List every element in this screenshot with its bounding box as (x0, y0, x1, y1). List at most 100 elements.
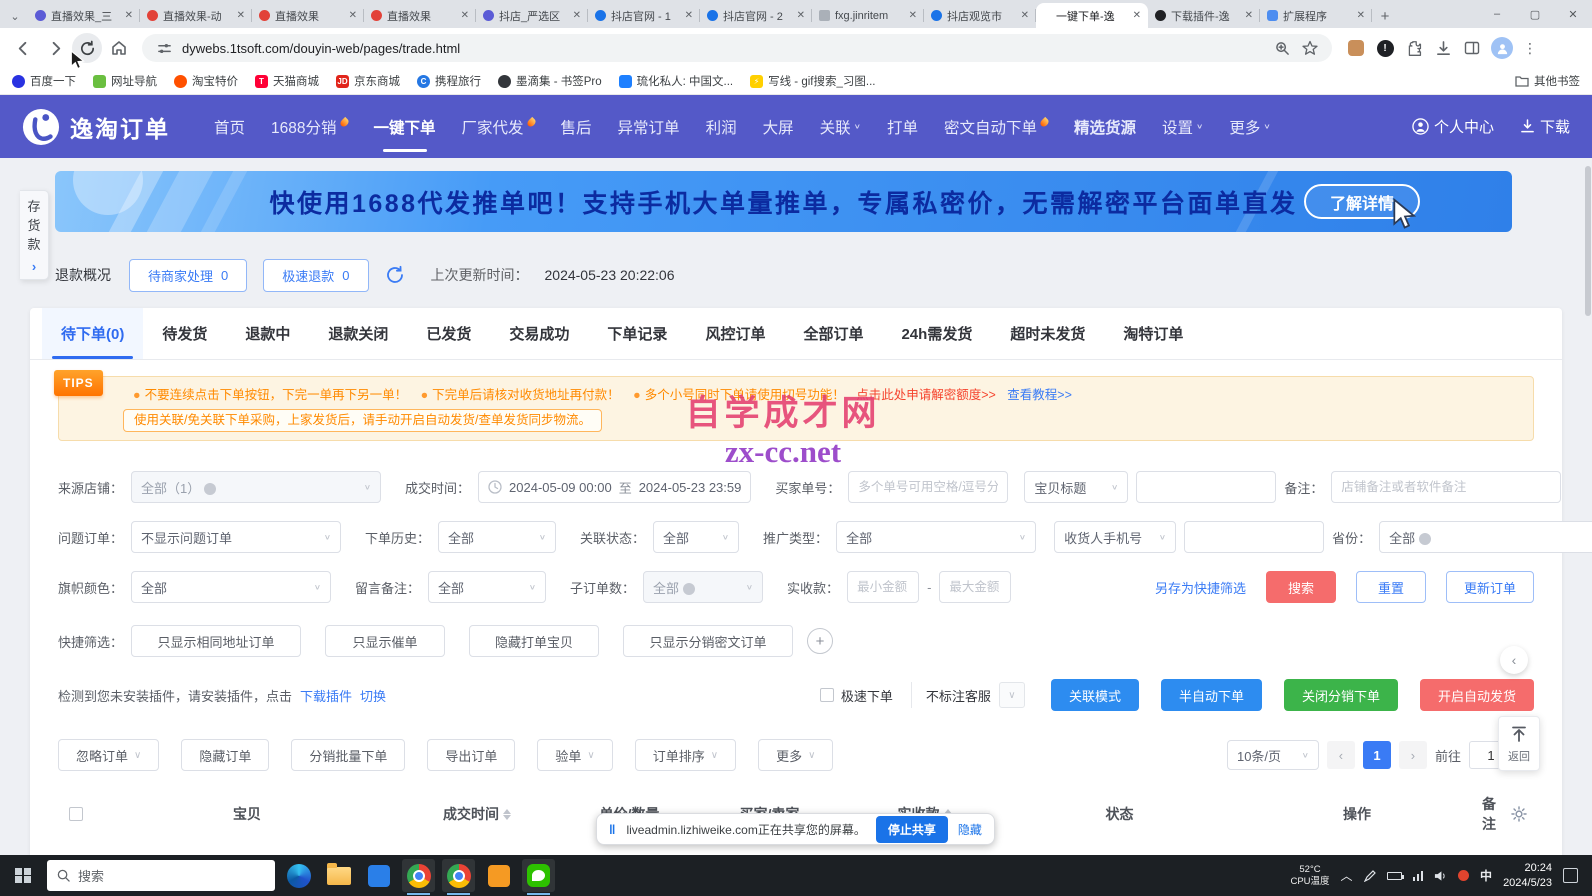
browser-tab[interactable]: 扩展程序✕ (1260, 3, 1372, 28)
tab-success[interactable]: 交易成功 (490, 308, 588, 359)
tab-close-icon[interactable]: ✕ (461, 10, 469, 21)
tray-pen-icon[interactable] (1364, 870, 1376, 882)
current-page[interactable]: 1 (1363, 741, 1391, 769)
semi-auto-order-button[interactable]: 半自动下单 (1161, 679, 1262, 711)
tab-close-icon[interactable]: ✕ (1245, 10, 1253, 21)
close-distribution-button[interactable]: 关闭分销下单 (1284, 679, 1398, 711)
bookmark-item[interactable]: T天猫商城 (255, 73, 319, 89)
hide-orders-button[interactable]: 隐藏订单 (181, 739, 269, 771)
back-to-top-widget[interactable]: 返回 (1498, 716, 1540, 771)
refresh-icon[interactable] (385, 265, 405, 285)
nav-settings[interactable]: 设置∨ (1162, 116, 1203, 138)
nav-factory[interactable]: 厂家代发 (462, 116, 535, 138)
browser-tab[interactable]: 直播效果-动✕ (140, 3, 252, 28)
message-remark-select[interactable]: 全部∨ (428, 571, 546, 603)
download-plugin-link[interactable]: 下载插件 (300, 686, 352, 705)
relation-status-select[interactable]: 全部∨ (653, 521, 739, 553)
extensions-puzzle-icon[interactable] (1404, 38, 1424, 58)
nav-cipher-auto[interactable]: 密文自动下单 (944, 116, 1048, 138)
prev-page-button[interactable]: ‹ (1327, 741, 1355, 769)
tab-refunding[interactable]: 退款中 (226, 308, 309, 359)
add-quick-filter-icon[interactable]: + (807, 628, 833, 654)
bookmark-item[interactable]: ⚡写线 - gif搜索_习图... (750, 73, 875, 89)
tray-battery-icon[interactable] (1387, 872, 1402, 880)
col-deal-time[interactable]: 成交时间 (392, 804, 562, 824)
export-orders-button[interactable]: 导出订单 (427, 739, 515, 771)
bookmark-item[interactable]: 淘宝特价 (174, 73, 238, 89)
page-size-select[interactable]: 10条/页∨ (1227, 740, 1319, 770)
nav-aftersale[interactable]: 售后 (561, 116, 592, 138)
source-shop-select[interactable]: 全部（1）∨ (131, 471, 381, 503)
bookmark-item[interactable]: 网址导航 (93, 73, 157, 89)
save-quick-filter-link[interactable]: 另存为快捷筛选 (1155, 578, 1246, 597)
order-sort-button[interactable]: 订单排序∨ (635, 739, 736, 771)
checkbox-icon[interactable] (820, 688, 834, 702)
bookmark-item[interactable]: JD京东商城 (336, 73, 400, 89)
scrollbar-thumb[interactable] (1585, 166, 1591, 316)
tab-close-icon[interactable]: ✕ (573, 10, 581, 21)
flag-color-select[interactable]: 全部∨ (131, 571, 331, 603)
tab-refund-closed[interactable]: 退款关闭 (309, 308, 407, 359)
ime-indicator[interactable]: 中 (1480, 867, 1492, 884)
reset-button[interactable]: 重置 (1356, 571, 1426, 603)
home-icon[interactable] (104, 33, 134, 63)
browser-tab[interactable]: 抖店观览市✕ (924, 3, 1036, 28)
tab-search-icon[interactable]: ⌄ (2, 4, 28, 28)
nav-home[interactable]: 首页 (214, 116, 245, 138)
scrollbar[interactable] (1585, 158, 1591, 855)
sort-icon[interactable] (503, 809, 511, 820)
tray-antivirus-icon[interactable] (1458, 870, 1469, 881)
no-mark-service-select[interactable]: 不标注客服 ∨ (911, 682, 1025, 708)
browser-tab[interactable]: 抖店_严选区✕ (476, 3, 588, 28)
notification-center-icon[interactable] (1563, 868, 1578, 883)
bookmark-item[interactable]: C携程旅行 (417, 73, 481, 89)
nav-bigscreen[interactable]: 大屏 (763, 116, 794, 138)
other-bookmarks[interactable]: 其他书签 (1515, 73, 1580, 89)
stock-drawer-tab[interactable]: 存货款 › (20, 190, 49, 280)
bookmark-star-icon[interactable] (1300, 38, 1320, 58)
relation-mode-button[interactable]: 关联模式 (1051, 679, 1139, 711)
quick-filter-urge[interactable]: 只显示催单 (325, 625, 445, 657)
view-tutorial-link[interactable]: 查看教程>> (1007, 388, 1072, 402)
app-logo[interactable]: 逸淘订单 (22, 108, 170, 146)
tab-to-ship[interactable]: 待发货 (143, 308, 226, 359)
nav-relation[interactable]: 关联∨ (820, 116, 861, 138)
taskbar-chrome-icon[interactable] (402, 859, 435, 892)
search-button[interactable]: 搜索 (1266, 571, 1336, 603)
collapse-panel-icon[interactable]: ‹ (1500, 646, 1528, 674)
pending-merchant-button[interactable]: 待商家处理0 (129, 259, 247, 292)
phone-input[interactable] (1184, 521, 1324, 553)
quick-filter-same-address[interactable]: 只显示相同地址订单 (131, 625, 301, 657)
bookmark-item[interactable]: 百度一下 (12, 73, 76, 89)
min-amount-input[interactable] (847, 571, 919, 603)
download-tray-icon[interactable] (1433, 38, 1453, 58)
tab-all-orders[interactable]: 全部订单 (784, 308, 882, 359)
remark-input[interactable] (1331, 471, 1561, 503)
tab-close-icon[interactable]: ✕ (797, 10, 805, 21)
nav-one-click-order[interactable]: 一键下单 (374, 116, 436, 138)
tab-close-icon[interactable]: ✕ (1357, 10, 1365, 21)
max-amount-input[interactable] (939, 571, 1011, 603)
tab-close-icon[interactable]: ✕ (125, 10, 133, 21)
taskbar-chrome2-icon[interactable] (442, 859, 475, 892)
tab-pending-order[interactable]: 待下单(0) (42, 308, 143, 359)
user-center[interactable]: 个人中心 (1412, 116, 1494, 137)
more-button[interactable]: 更多∨ (758, 739, 833, 771)
tab-close-icon[interactable]: ✕ (1021, 10, 1029, 21)
bookmark-item[interactable]: 墨滴集 - 书签Pro (498, 73, 602, 89)
profile-avatar[interactable] (1491, 37, 1513, 59)
alert-extension-icon[interactable]: ! (1375, 38, 1395, 58)
taskbar-search[interactable]: 搜索 (47, 860, 275, 891)
header-download[interactable]: 下载 (1520, 116, 1570, 137)
next-page-button[interactable]: › (1399, 741, 1427, 769)
tab-close-icon[interactable]: ✕ (349, 10, 357, 21)
tab-overdue[interactable]: 超时未发货 (991, 308, 1104, 359)
tab-shipped[interactable]: 已发货 (407, 308, 490, 359)
browser-tab[interactable]: 直播效果✕ (364, 3, 476, 28)
tab-close-icon[interactable]: ✕ (685, 10, 693, 21)
taskbar-clock[interactable]: 20:242024/5/23 (1503, 861, 1552, 890)
extension-icon[interactable] (1346, 38, 1366, 58)
split-view-icon[interactable] (1462, 38, 1482, 58)
title-keyword-input[interactable] (1136, 471, 1276, 503)
promo-type-select[interactable]: 全部∨ (836, 521, 1036, 553)
